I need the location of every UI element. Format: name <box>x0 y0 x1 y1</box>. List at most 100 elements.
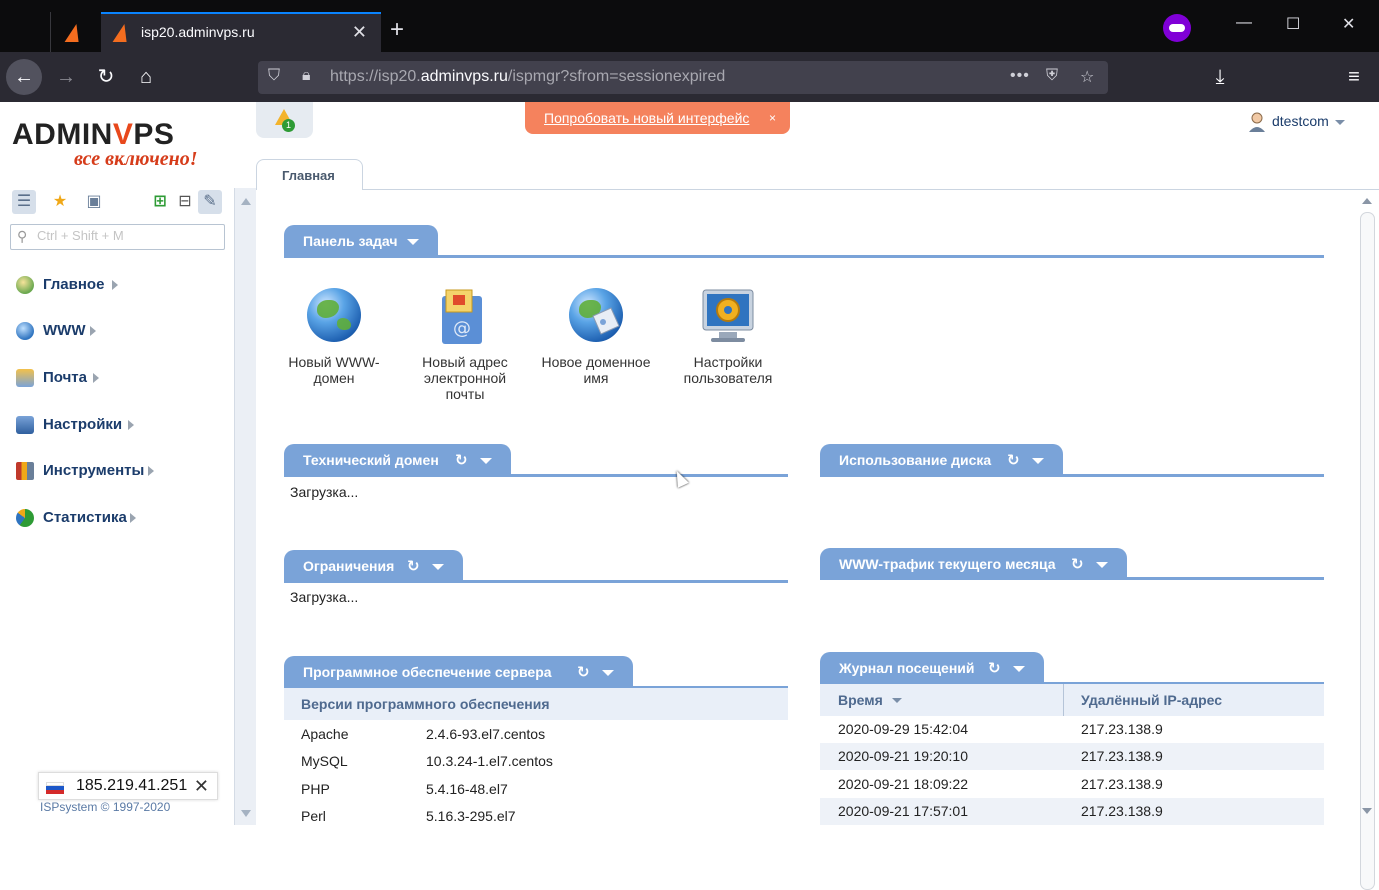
tree-view-icon[interactable]: ☰ <box>12 190 36 214</box>
browser-nav-bar: ← → ↻ ⌂ ⛉ 🔒︎ https://isp20.adminvps.ru/i… <box>0 52 1379 102</box>
briefcase-icon[interactable]: ▣ <box>82 190 106 214</box>
menu-search-field[interactable]: ⚲ <box>10 224 225 250</box>
limits-panel-header[interactable]: Ограничения ↻ <box>284 550 463 582</box>
collapse-all-icon[interactable]: ⊟ <box>173 190 197 214</box>
private-mask-icon <box>1163 14 1191 42</box>
shield-icon[interactable]: ⛉ <box>268 67 280 85</box>
site-favicon-icon <box>64 24 84 42</box>
task-new-domain-name[interactable]: Новое доменное имя <box>541 286 651 386</box>
disk-usage-panel-header[interactable]: Использование диска ↻ <box>820 444 1063 476</box>
sidebar-splitter[interactable] <box>234 188 256 825</box>
url-text[interactable]: https://isp20.adminvps.ru/ispmgr?sfrom=s… <box>330 68 725 86</box>
notification-count: 1 <box>282 119 295 132</box>
tab-main[interactable]: Главная <box>256 159 363 190</box>
menu-search-input[interactable] <box>37 228 217 243</box>
task-user-settings[interactable]: Настройки пользователя <box>673 286 783 386</box>
www-traffic-panel-header[interactable]: WWW-трафик текущего месяца ↻ <box>820 548 1127 580</box>
browser-tab-active[interactable]: isp20.adminvps.ru ✕ <box>101 12 381 52</box>
search-icon: ⚲ <box>17 228 28 244</box>
maximize-icon[interactable]: ☐ <box>1286 14 1300 34</box>
favorites-star-icon[interactable]: ★ <box>48 190 72 214</box>
pocket-icon[interactable]: ⛨ <box>1046 67 1058 85</box>
tasks-panel-header[interactable]: Панель задач <box>284 225 438 257</box>
chevron-down-icon[interactable] <box>407 239 419 245</box>
notifications-button[interactable]: 1 <box>256 102 313 138</box>
table-row: Perl 5.16.3-295.el7 <box>301 808 516 824</box>
pin-icon[interactable]: ✎ <box>198 190 222 214</box>
table-row[interactable]: 2020-09-21 19:20:10 217.23.138.9 <box>820 743 1324 770</box>
table-row: MySQL 10.3.24-1.el7.centos <box>301 753 553 769</box>
task-new-email[interactable]: @ Новый адрес электронной почты <box>410 286 520 402</box>
refresh-icon[interactable]: ↻ <box>1071 555 1084 573</box>
back-icon[interactable]: ← <box>6 59 42 95</box>
expand-all-icon[interactable]: ⊞ <box>148 190 172 214</box>
lock-icon[interactable]: 🔒︎ <box>302 67 311 85</box>
table-row: PHP 5.4.16-48.el7 <box>301 781 508 797</box>
home-icon <box>16 276 34 294</box>
chevron-down-icon[interactable] <box>432 564 444 570</box>
logo-slogan: все включено! <box>74 148 198 170</box>
settings-icon <box>16 416 34 434</box>
scroll-up-icon[interactable] <box>1362 198 1372 204</box>
user-avatar-icon <box>1249 112 1265 132</box>
browser-tab-bar: isp20.adminvps.ru ✕ + — ☐ ✕ <box>0 0 1379 52</box>
visit-log-panel-header[interactable]: Журнал посещений ↻ <box>820 652 1044 684</box>
logo-wordmark: ADMINVPS <box>12 118 175 151</box>
refresh-icon[interactable]: ↻ <box>577 663 590 681</box>
chevron-down-icon[interactable] <box>602 670 614 676</box>
download-icon[interactable]: ⤓ <box>1204 61 1236 93</box>
column-separator[interactable] <box>1063 684 1064 716</box>
chevron-right-icon <box>112 280 118 290</box>
svg-text:@: @ <box>453 318 471 339</box>
chevron-down-icon[interactable] <box>1013 666 1025 672</box>
software-panel-header[interactable]: Программное обеспечение сервера ↻ <box>284 656 633 688</box>
reload-icon[interactable]: ↻ <box>90 61 122 93</box>
task-new-www-domain[interactable]: Новый WWW-домен <box>279 286 389 386</box>
tech-domain-panel-header[interactable]: Технический домен ↻ <box>284 444 511 476</box>
home-icon[interactable]: ⌂ <box>130 61 162 93</box>
url-bar[interactable]: ⛉ 🔒︎ https://isp20.adminvps.ru/ispmgr?sf… <box>258 61 1108 94</box>
refresh-icon[interactable]: ↻ <box>455 451 468 469</box>
banner-close-icon[interactable]: × <box>769 111 776 125</box>
sort-desc-icon[interactable] <box>892 698 902 703</box>
column-remote-ip[interactable]: Удалённый IP-адрес <box>1081 692 1222 708</box>
adminvps-logo[interactable]: ADMINVPS все включено! <box>12 118 227 174</box>
limits-status: Загрузка... <box>290 589 359 605</box>
refresh-icon[interactable]: ↻ <box>1007 451 1020 469</box>
content-scrollbar[interactable] <box>1356 190 1379 890</box>
globe-tag-icon <box>567 286 625 346</box>
more-icon[interactable]: ••• <box>1010 67 1030 85</box>
tab-title: isp20.adminvps.ru <box>141 24 255 40</box>
scrollbar-thumb[interactable] <box>1360 212 1375 890</box>
tab-close-icon[interactable]: ✕ <box>352 22 367 43</box>
tech-domain-status: Загрузка... <box>290 484 359 500</box>
chevron-right-icon <box>90 326 96 336</box>
table-row[interactable]: 2020-09-21 18:09:22 217.23.138.9 <box>820 771 1324 798</box>
scroll-down-icon[interactable] <box>1362 808 1372 814</box>
column-time[interactable]: Время <box>838 692 883 708</box>
menu-icon[interactable]: ≡ <box>1338 61 1370 93</box>
window-close-icon[interactable]: ✕ <box>1342 14 1355 34</box>
ip-address: 185.219.41.251 <box>76 777 188 794</box>
tools-icon <box>16 462 34 480</box>
try-new-interface-link[interactable]: Попробовать новый интерфейс <box>544 110 749 126</box>
chevron-down-icon[interactable] <box>1096 562 1108 568</box>
chevron-down-icon[interactable] <box>1032 458 1044 464</box>
forward-icon[interactable]: → <box>50 61 82 93</box>
table-row[interactable]: 2020-09-29 15:42:04 217.23.138.9 <box>820 716 1324 743</box>
close-icon[interactable]: ✕ <box>194 776 209 797</box>
refresh-icon[interactable]: ↻ <box>988 659 1001 677</box>
chevron-down-icon[interactable] <box>480 458 492 464</box>
copyright: ISPsystem © 1997-2020 <box>40 800 171 814</box>
chevron-right-icon <box>128 420 134 430</box>
scroll-up-icon[interactable] <box>241 198 251 205</box>
pinned-tab[interactable] <box>50 12 100 52</box>
stats-icon <box>16 509 34 527</box>
table-row[interactable]: 2020-09-21 17:57:01 217.23.138.9 <box>820 798 1324 825</box>
minimize-icon[interactable]: — <box>1236 14 1252 32</box>
star-icon[interactable]: ☆ <box>1080 67 1094 87</box>
refresh-icon[interactable]: ↻ <box>407 557 420 575</box>
scroll-down-icon[interactable] <box>241 810 251 817</box>
new-tab-icon[interactable]: + <box>390 16 404 44</box>
limits-divider <box>284 580 788 583</box>
